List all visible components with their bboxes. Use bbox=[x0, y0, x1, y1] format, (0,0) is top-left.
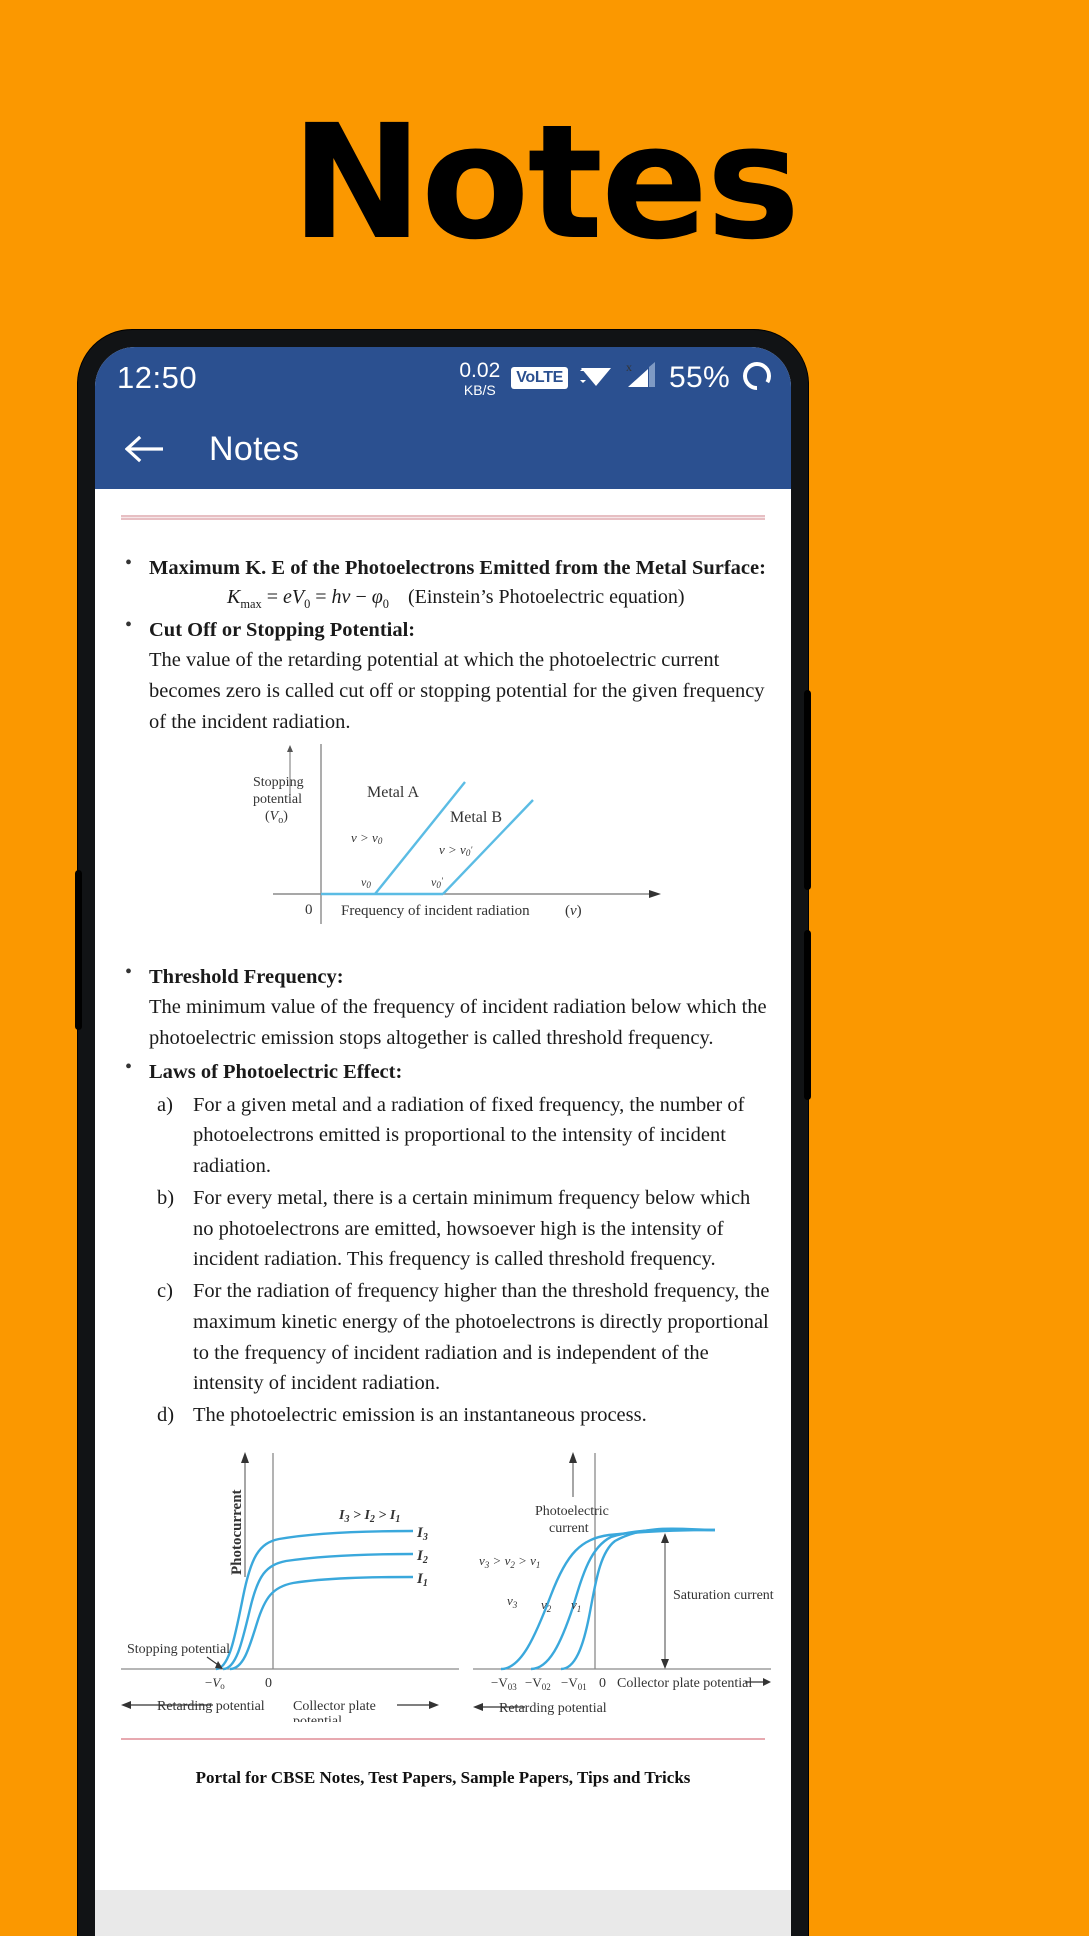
svg-text:v > v0: v > v0 bbox=[351, 830, 383, 846]
svg-text:Saturation current: Saturation current bbox=[673, 1588, 774, 1603]
svg-text:x: x bbox=[626, 360, 632, 374]
wifi-icon bbox=[579, 362, 613, 395]
svg-text:Stopping: Stopping bbox=[253, 775, 304, 790]
screenshot-root: Notes 12:50 0.02 KB/S VoLTE x 55% Notes … bbox=[0, 0, 1089, 1936]
svg-text:0: 0 bbox=[265, 1676, 272, 1691]
svg-text:Collector plate potential: Collector plate potential bbox=[617, 1676, 752, 1691]
einstein-equation: Kmax = eV0 = hv − φ0 (Einstein’s Photoel… bbox=[227, 585, 685, 611]
svg-text:(v): (v) bbox=[565, 903, 582, 919]
data-rate-indicator: 0.02 KB/S bbox=[459, 360, 500, 397]
phone-screen: 12:50 0.02 KB/S VoLTE x 55% Notes • Maxi… bbox=[95, 347, 791, 1936]
data-rate-value: 0.02 bbox=[459, 358, 501, 382]
status-clock: 12:50 bbox=[117, 360, 198, 395]
section-max-ke: Maximum K. E of the Photoelectrons Emitt… bbox=[113, 552, 773, 612]
law-label: c) bbox=[157, 1280, 173, 1303]
section-body: The minimum value of the frequency of in… bbox=[149, 996, 767, 1050]
power-button[interactable] bbox=[804, 690, 811, 890]
svg-text:v1: v1 bbox=[571, 1597, 581, 1614]
law-item: a) For a given metal and a radiation of … bbox=[149, 1090, 773, 1182]
svg-text:Metal A: Metal A bbox=[367, 784, 419, 801]
svg-text:I1: I1 bbox=[416, 1571, 428, 1589]
signal-no-sim-icon: x bbox=[624, 360, 658, 397]
svg-text:−V02: −V02 bbox=[525, 1675, 551, 1692]
section-heading: Threshold Frequency: bbox=[149, 965, 344, 988]
svg-text:−V03: −V03 bbox=[491, 1675, 517, 1692]
promo-headline: Notes bbox=[290, 91, 801, 275]
svg-text:Collector plate: Collector plate bbox=[293, 1699, 376, 1714]
section-heading: Maximum K. E of the Photoelectrons Emitt… bbox=[149, 557, 766, 579]
law-item: b) For every metal, there is a certain m… bbox=[149, 1183, 773, 1275]
law-text: The photoelectric emission is an instant… bbox=[193, 1404, 647, 1427]
svg-text:Frequency of incident radiatio: Frequency of incident radiation bbox=[341, 903, 530, 919]
section-laws: Laws of Photoelectric Effect: a) For a g… bbox=[113, 1056, 773, 1431]
svg-text:v0': v0' bbox=[431, 875, 444, 890]
back-arrow-icon[interactable] bbox=[119, 423, 171, 475]
law-text: For a given metal and a radiation of fix… bbox=[193, 1093, 745, 1178]
document-top-rule bbox=[121, 515, 765, 520]
status-bar: 12:50 0.02 KB/S VoLTE x 55% bbox=[95, 347, 791, 409]
section-heading: Laws of Photoelectric Effect: bbox=[149, 1060, 403, 1083]
svg-text:−Vo: −Vo bbox=[205, 1675, 225, 1691]
section-threshold-frequency: Threshold Frequency: The minimum value o… bbox=[113, 961, 773, 1054]
law-label: a) bbox=[157, 1093, 173, 1116]
svg-text:potential: potential bbox=[293, 1714, 342, 1722]
app-bar: Notes bbox=[95, 409, 791, 489]
svg-text:Retarding potential: Retarding potential bbox=[157, 1699, 265, 1714]
law-text: For the radiation of frequency higher th… bbox=[193, 1280, 770, 1395]
document-bottom-rule bbox=[121, 1737, 765, 1740]
figure-photoelectric-current-vs-frequency: Photoelectric current v3 > v2 > v1 v3 v2… bbox=[469, 1447, 775, 1722]
svg-text:Retarding potential: Retarding potential bbox=[499, 1701, 607, 1716]
svg-text:Photoelectric: Photoelectric bbox=[535, 1504, 609, 1519]
svg-text:v3: v3 bbox=[507, 1593, 518, 1610]
equation-note: (Einstein’s Photoelectric equation) bbox=[408, 585, 685, 608]
law-item: d) The photoelectric emission is an inst… bbox=[149, 1400, 773, 1431]
svg-text:−V01: −V01 bbox=[561, 1675, 587, 1692]
app-bar-title: Notes bbox=[209, 429, 300, 468]
svg-text:v0: v0 bbox=[361, 875, 371, 890]
law-text: For every metal, there is a certain mini… bbox=[193, 1186, 751, 1271]
document-footer: Portal for CBSE Notes, Test Papers, Samp… bbox=[195, 1767, 691, 1787]
volume-button[interactable] bbox=[804, 930, 811, 1100]
svg-text:Metal B: Metal B bbox=[450, 809, 502, 826]
svg-text:potential: potential bbox=[253, 792, 302, 807]
left-side-button[interactable] bbox=[75, 870, 82, 1030]
law-label: d) bbox=[157, 1404, 175, 1427]
svg-text:0: 0 bbox=[305, 902, 313, 918]
notes-bullet-list-2: Threshold Frequency: The minimum value o… bbox=[113, 961, 773, 1431]
battery-circle-icon bbox=[741, 360, 773, 397]
svg-text:v > v0': v > v0' bbox=[439, 842, 473, 858]
section-heading: Cut Off or Stopping Potential: bbox=[149, 618, 416, 641]
status-icons-group: 0.02 KB/S VoLTE x 55% bbox=[459, 360, 773, 397]
svg-text:current: current bbox=[549, 1521, 589, 1536]
svg-text:(Vo): (Vo) bbox=[265, 809, 288, 826]
section-body: The value of the retarding potential at … bbox=[149, 649, 765, 733]
figure-stopping-potential-vs-frequency: Stopping potential (Vo) v0 v0' Metal A v… bbox=[113, 743, 773, 949]
notes-bullet-list: Maximum K. E of the Photoelectrons Emitt… bbox=[113, 552, 773, 738]
volte-badge: VoLTE bbox=[511, 367, 569, 389]
svg-text:0: 0 bbox=[599, 1676, 606, 1691]
svg-text:Photocurrent: Photocurrent bbox=[229, 1489, 245, 1575]
note-document[interactable]: Maximum K. E of the Photoelectrons Emitt… bbox=[95, 489, 791, 1936]
svg-text:I2: I2 bbox=[416, 1548, 428, 1566]
bottom-strip bbox=[95, 1890, 791, 1936]
svg-text:Stopping potential: Stopping potential bbox=[127, 1642, 230, 1657]
battery-percent-label: 55% bbox=[669, 361, 730, 394]
svg-text:v3 > v2 > v1: v3 > v2 > v1 bbox=[479, 1553, 540, 1570]
svg-text:I3: I3 bbox=[416, 1525, 428, 1543]
svg-text:I3 > I2 > I1: I3 > I2 > I1 bbox=[338, 1508, 400, 1525]
figure-photocurrent-vs-intensity: Photocurrent I3 > I2 > I1 I3 I2 I1 Stopp… bbox=[113, 1447, 463, 1729]
data-rate-unit: KB/S bbox=[463, 381, 496, 398]
section-cutoff-potential: Cut Off or Stopping Potential: The value… bbox=[113, 614, 773, 738]
phone-device-frame: 12:50 0.02 KB/S VoLTE x 55% Notes • Maxi… bbox=[75, 330, 811, 1936]
laws-list: a) For a given metal and a radiation of … bbox=[149, 1090, 773, 1431]
law-item: c) For the radiation of frequency higher… bbox=[149, 1276, 773, 1399]
law-label: b) bbox=[157, 1186, 175, 1209]
figure-row: Photocurrent I3 > I2 > I1 I3 I2 I1 Stopp… bbox=[113, 1447, 775, 1729]
